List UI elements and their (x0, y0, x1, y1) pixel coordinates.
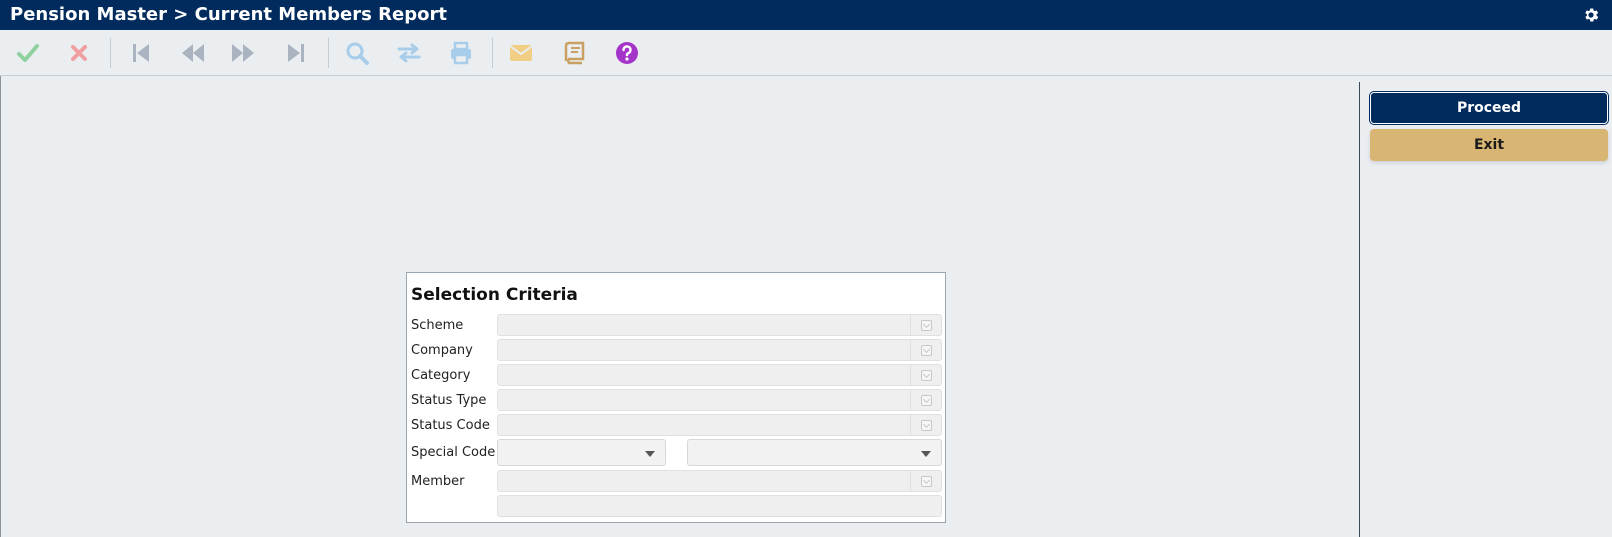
check-icon[interactable] (15, 40, 41, 66)
category-lookup-button[interactable] (910, 364, 942, 386)
status-type-row: Status Type (407, 389, 947, 413)
special-code-row: Special Code (407, 439, 947, 467)
company-input[interactable] (497, 339, 911, 361)
panel-title: Selection Criteria (411, 285, 578, 305)
status-type-lookup-button[interactable] (910, 389, 942, 411)
skip-last-icon[interactable] (283, 40, 309, 66)
toolbar-separator (110, 38, 111, 68)
scheme-lookup-button[interactable] (910, 314, 942, 336)
envelope-icon[interactable] (508, 40, 534, 66)
lookup-icon (921, 320, 932, 331)
member-row: Member (407, 470, 947, 494)
exit-button[interactable]: Exit (1370, 129, 1608, 161)
status-code-label: Status Code (411, 418, 490, 433)
category-input[interactable] (497, 364, 911, 386)
category-row: Category (407, 364, 947, 388)
chevron-down-icon (645, 451, 655, 457)
status-code-input[interactable] (497, 414, 911, 436)
lookup-icon (921, 395, 932, 406)
lookup-icon (921, 420, 932, 431)
toolbar (0, 30, 1612, 76)
scheme-row: Scheme (407, 314, 947, 338)
company-row: Company (407, 339, 947, 363)
lookup-icon (921, 476, 932, 487)
member-lookup-button[interactable] (910, 470, 942, 492)
special-code-select-2[interactable] (687, 439, 942, 466)
member-description-field (497, 495, 942, 517)
search-icon[interactable] (344, 40, 370, 66)
skip-first-icon[interactable] (128, 40, 154, 66)
chevron-down-icon (921, 451, 931, 457)
member-description-row (407, 495, 947, 519)
status-type-input[interactable] (497, 389, 911, 411)
proceed-button[interactable]: Proceed (1370, 92, 1608, 124)
title-bar: Pension Master > Current Members Report (0, 0, 1612, 30)
swap-icon[interactable] (396, 40, 422, 66)
gear-icon[interactable] (1582, 6, 1600, 24)
print-icon[interactable] (448, 40, 474, 66)
lookup-icon (921, 345, 932, 356)
member-input[interactable] (497, 470, 911, 492)
selection-criteria-panel: Selection Criteria Scheme Company Catego… (406, 272, 946, 523)
action-pane: Proceed Exit (1359, 82, 1612, 537)
scheme-label: Scheme (411, 318, 464, 333)
category-label: Category (411, 368, 471, 383)
company-lookup-button[interactable] (910, 339, 942, 361)
status-code-lookup-button[interactable] (910, 414, 942, 436)
book-icon[interactable] (561, 40, 587, 66)
special-code-label: Special Code (411, 445, 496, 460)
rewind-icon[interactable] (180, 40, 206, 66)
status-code-row: Status Code (407, 414, 947, 438)
fast-forward-icon[interactable] (230, 40, 256, 66)
toolbar-separator (492, 38, 493, 68)
scheme-input[interactable] (497, 314, 911, 336)
special-code-select-1[interactable] (497, 439, 666, 466)
member-label: Member (411, 474, 465, 489)
lookup-icon (921, 370, 932, 381)
status-type-label: Status Type (411, 393, 487, 408)
company-label: Company (411, 343, 473, 358)
toolbar-separator (328, 38, 329, 68)
left-border (0, 76, 1, 537)
close-icon[interactable] (66, 40, 92, 66)
help-icon[interactable] (614, 40, 640, 66)
window-title: Pension Master > Current Members Report (10, 4, 447, 25)
